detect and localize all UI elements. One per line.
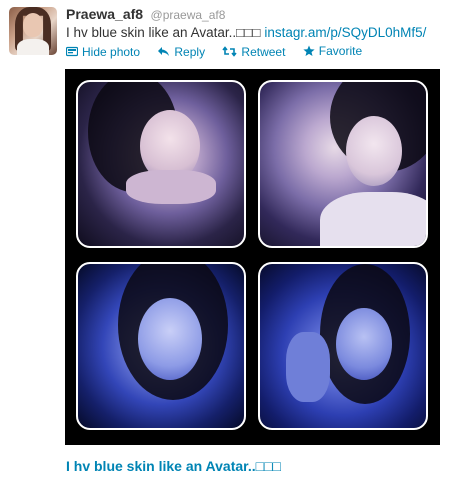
photo-face-shape xyxy=(336,308,392,380)
favorite-button[interactable]: Favorite xyxy=(303,44,362,58)
user-handle[interactable]: @praewa_af8 xyxy=(151,8,226,22)
photo-caption[interactable]: I hv blue skin like an Avatar..□□□ xyxy=(66,458,281,474)
photo-icon xyxy=(66,46,78,57)
retweet-label: Retweet xyxy=(241,44,286,59)
tweet-text: I hv blue skin like an Avatar..□□□ insta… xyxy=(66,25,471,40)
photo-collage-cell xyxy=(76,80,246,248)
display-name[interactable]: Praewa_af8 xyxy=(66,6,143,22)
tweet-actions: Hide photo Reply Retweet Favorite xyxy=(66,44,376,60)
tweet-link[interactable]: instagr.am/p/SQyDL0hMf5/ xyxy=(264,25,426,40)
tweet-header: Praewa_af8 @praewa_af8 xyxy=(66,6,225,24)
photo-hand-shape xyxy=(286,332,330,402)
photo-hands-shape xyxy=(126,170,216,204)
photo-collage-cell xyxy=(258,80,428,248)
photo-face-shape xyxy=(138,298,202,380)
photo-collage-cell xyxy=(76,262,246,430)
photo-collage-cell xyxy=(258,262,428,430)
reply-button[interactable]: Reply xyxy=(157,45,205,59)
photo-pillow-shape xyxy=(320,192,426,246)
retweet-icon xyxy=(222,46,238,57)
hide-photo-label: Hide photo xyxy=(82,44,141,59)
reply-label: Reply xyxy=(174,44,206,59)
favorite-star-icon xyxy=(303,45,315,56)
avatar-face xyxy=(23,13,43,37)
retweet-button[interactable]: Retweet xyxy=(222,45,285,59)
tweet-photo[interactable] xyxy=(65,69,440,445)
avatar-body xyxy=(17,39,49,55)
favorite-label: Favorite xyxy=(318,44,363,58)
reply-icon xyxy=(158,47,170,56)
profile-avatar[interactable] xyxy=(9,7,57,55)
hide-photo-button[interactable]: Hide photo xyxy=(66,45,140,59)
photo-face-shape xyxy=(346,116,402,186)
tweet-body: I hv blue skin like an Avatar..□□□ xyxy=(66,25,265,40)
